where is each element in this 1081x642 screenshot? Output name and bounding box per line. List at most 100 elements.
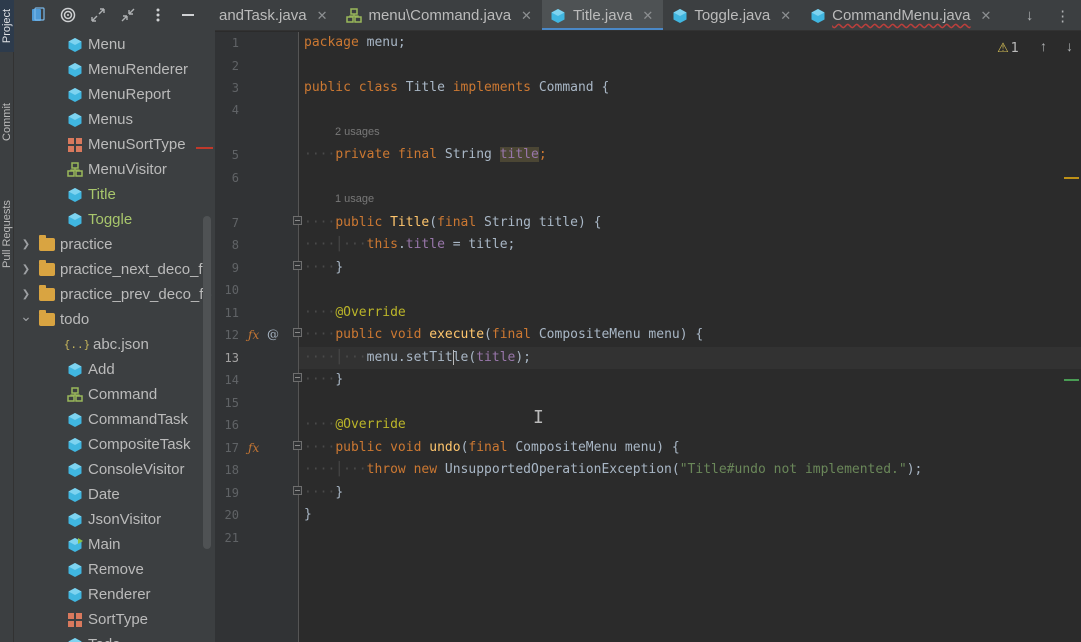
chevron-right-icon[interactable]: ❯ [20,289,32,301]
line-number[interactable]: 17 [215,441,239,455]
code-area[interactable]: package menu; public class Title impleme… [304,32,1061,642]
line-number[interactable]: 12 [215,328,239,342]
project-tool-tab[interactable]: Project [0,0,14,52]
code-line-5: ····private final String title; [304,147,547,162]
more-actions-icon[interactable]: ⋮ [1055,7,1070,25]
tab-actions: ↓ ⋮ [1015,0,1081,30]
tool-window-strip: Project Commit Pull Requests [0,0,14,642]
next-highlight-icon[interactable]: ↓ [1066,38,1073,54]
folder-icon [38,260,55,278]
line-number[interactable]: 2 [215,59,239,73]
fold-marker-icon[interactable] [293,261,302,270]
line-number[interactable]: 5 [215,148,239,162]
tree-item[interactable]: ⌄ todo [14,307,215,332]
fold-marker-icon[interactable] [293,373,302,382]
chevron-down-icon[interactable]: ⌄ [20,308,32,324]
line-number[interactable]: 18 [215,463,239,477]
line-number[interactable]: 21 [215,531,239,545]
locate-icon[interactable] [58,5,78,25]
editor-tab[interactable]: andTask.java ✕ [215,0,337,30]
expand-all-icon[interactable] [88,5,108,25]
line-number[interactable]: 3 [215,81,239,95]
collapse-all-icon[interactable] [118,5,138,25]
tree-item[interactable]: Main [14,532,215,557]
project-scrollbar[interactable] [203,216,211,549]
pull-requests-tool-tab[interactable]: Pull Requests [0,176,14,292]
close-tab-icon[interactable]: ✕ [981,8,992,24]
code-editor[interactable]: 1 2 3 4 5 6 7 8 9 10 11 12 13 14 15 16 17 18 19 20 21 ƒx ƒx @ p… [215,32,1081,642]
override-annotation-icon[interactable]: @ [267,327,279,341]
line-number[interactable]: 14 [215,373,239,387]
line-number[interactable]: 7 [215,216,239,230]
usages-hint[interactable]: 2 usages [335,126,380,142]
implements-method-icon[interactable]: ƒx [248,441,259,455]
fold-marker-icon[interactable] [293,486,302,495]
tree-item[interactable]: Remove [14,557,215,582]
editor-tab[interactable]: CommandMenu.java ✕ [801,0,1001,30]
line-number[interactable]: 20 [215,508,239,522]
chevron-right-icon[interactable]: ❯ [20,239,32,251]
editor-gutter[interactable]: 1 2 3 4 5 6 7 8 9 10 11 12 13 14 15 16 17 18 19 20 21 ƒx ƒx @ [215,32,302,642]
tree-item[interactable]: ❯ practice [14,232,215,257]
editor-tab[interactable]: Title.java ✕ [541,0,664,30]
tree-item[interactable]: Title [14,182,215,207]
line-number[interactable]: 15 [215,396,239,410]
select-opened-file-icon[interactable] [28,5,48,25]
tree-item[interactable]: CompositeTask [14,432,215,457]
change-stripe[interactable] [1064,379,1079,381]
implements-method-icon[interactable]: ƒx [248,328,259,342]
line-number[interactable]: 8 [215,238,239,252]
warning-count: 1 [1010,41,1019,56]
tree-item[interactable]: {..} abc.json [14,332,215,357]
close-tab-icon[interactable]: ✕ [521,8,532,24]
tree-item[interactable]: MenuRenderer [14,57,215,82]
tree-item[interactable]: JsonVisitor [14,507,215,532]
editor-tab-bar: andTask.java ✕ menu\Command.java ✕ Title.jav… [215,0,1081,31]
tree-item[interactable]: MenuReport [14,82,215,107]
inspection-widget[interactable]: ⚠ 1 [997,41,1019,56]
warning-stripe[interactable] [1064,177,1079,179]
line-number[interactable]: 19 [215,486,239,500]
fold-marker-icon[interactable] [293,216,302,225]
class-icon [66,436,83,453]
tree-item[interactable]: SortType [14,607,215,632]
close-tab-icon[interactable]: ✕ [317,8,328,24]
line-number[interactable]: 4 [215,103,239,117]
commit-tool-tab[interactable]: Commit [0,86,14,158]
line-number[interactable]: 1 [215,36,239,50]
tree-item[interactable]: Menus [14,107,215,132]
line-number[interactable]: 11 [215,306,239,320]
show-hidden-tabs-icon[interactable]: ↓ [1026,7,1034,24]
tree-item[interactable]: MenuSortType [14,132,215,157]
line-number[interactable]: 10 [215,283,239,297]
tree-item[interactable]: Command [14,382,215,407]
fold-marker-icon[interactable] [293,328,302,337]
tree-item[interactable]: Toggle [14,207,215,232]
tree-item-label: Todo [88,636,121,642]
tree-item[interactable]: Date [14,482,215,507]
tree-item[interactable]: Add [14,357,215,382]
line-number[interactable]: 13 [215,351,239,365]
close-tab-icon[interactable]: ✕ [780,8,791,24]
tree-item[interactable]: CommandTask [14,407,215,432]
line-number[interactable]: 6 [215,171,239,185]
tree-item[interactable]: ❯ practice_prev_deco_fo [14,282,215,307]
tree-item[interactable]: Renderer [14,582,215,607]
editor-tab[interactable]: Toggle.java ✕ [663,0,801,30]
close-tab-icon[interactable]: ✕ [642,8,653,24]
previous-highlight-icon[interactable]: ↑ [1040,38,1047,54]
options-icon[interactable] [148,5,168,25]
tree-item[interactable]: Todo [14,632,215,642]
tree-item[interactable]: Menu [14,32,215,57]
tree-item[interactable]: MenuVisitor [14,157,215,182]
editor-tab[interactable]: menu\Command.java ✕ [337,0,541,30]
tree-item[interactable]: ConsoleVisitor [14,457,215,482]
hide-icon[interactable] [178,5,198,25]
chevron-right-icon[interactable]: ❯ [20,264,32,276]
usages-hint[interactable]: 1 usage [335,193,374,209]
tree-item-label: JsonVisitor [88,511,162,528]
fold-marker-icon[interactable] [293,441,302,450]
line-number[interactable]: 16 [215,418,239,432]
tree-item[interactable]: ❯ practice_next_deco_fo [14,257,215,282]
line-number[interactable]: 9 [215,261,239,275]
